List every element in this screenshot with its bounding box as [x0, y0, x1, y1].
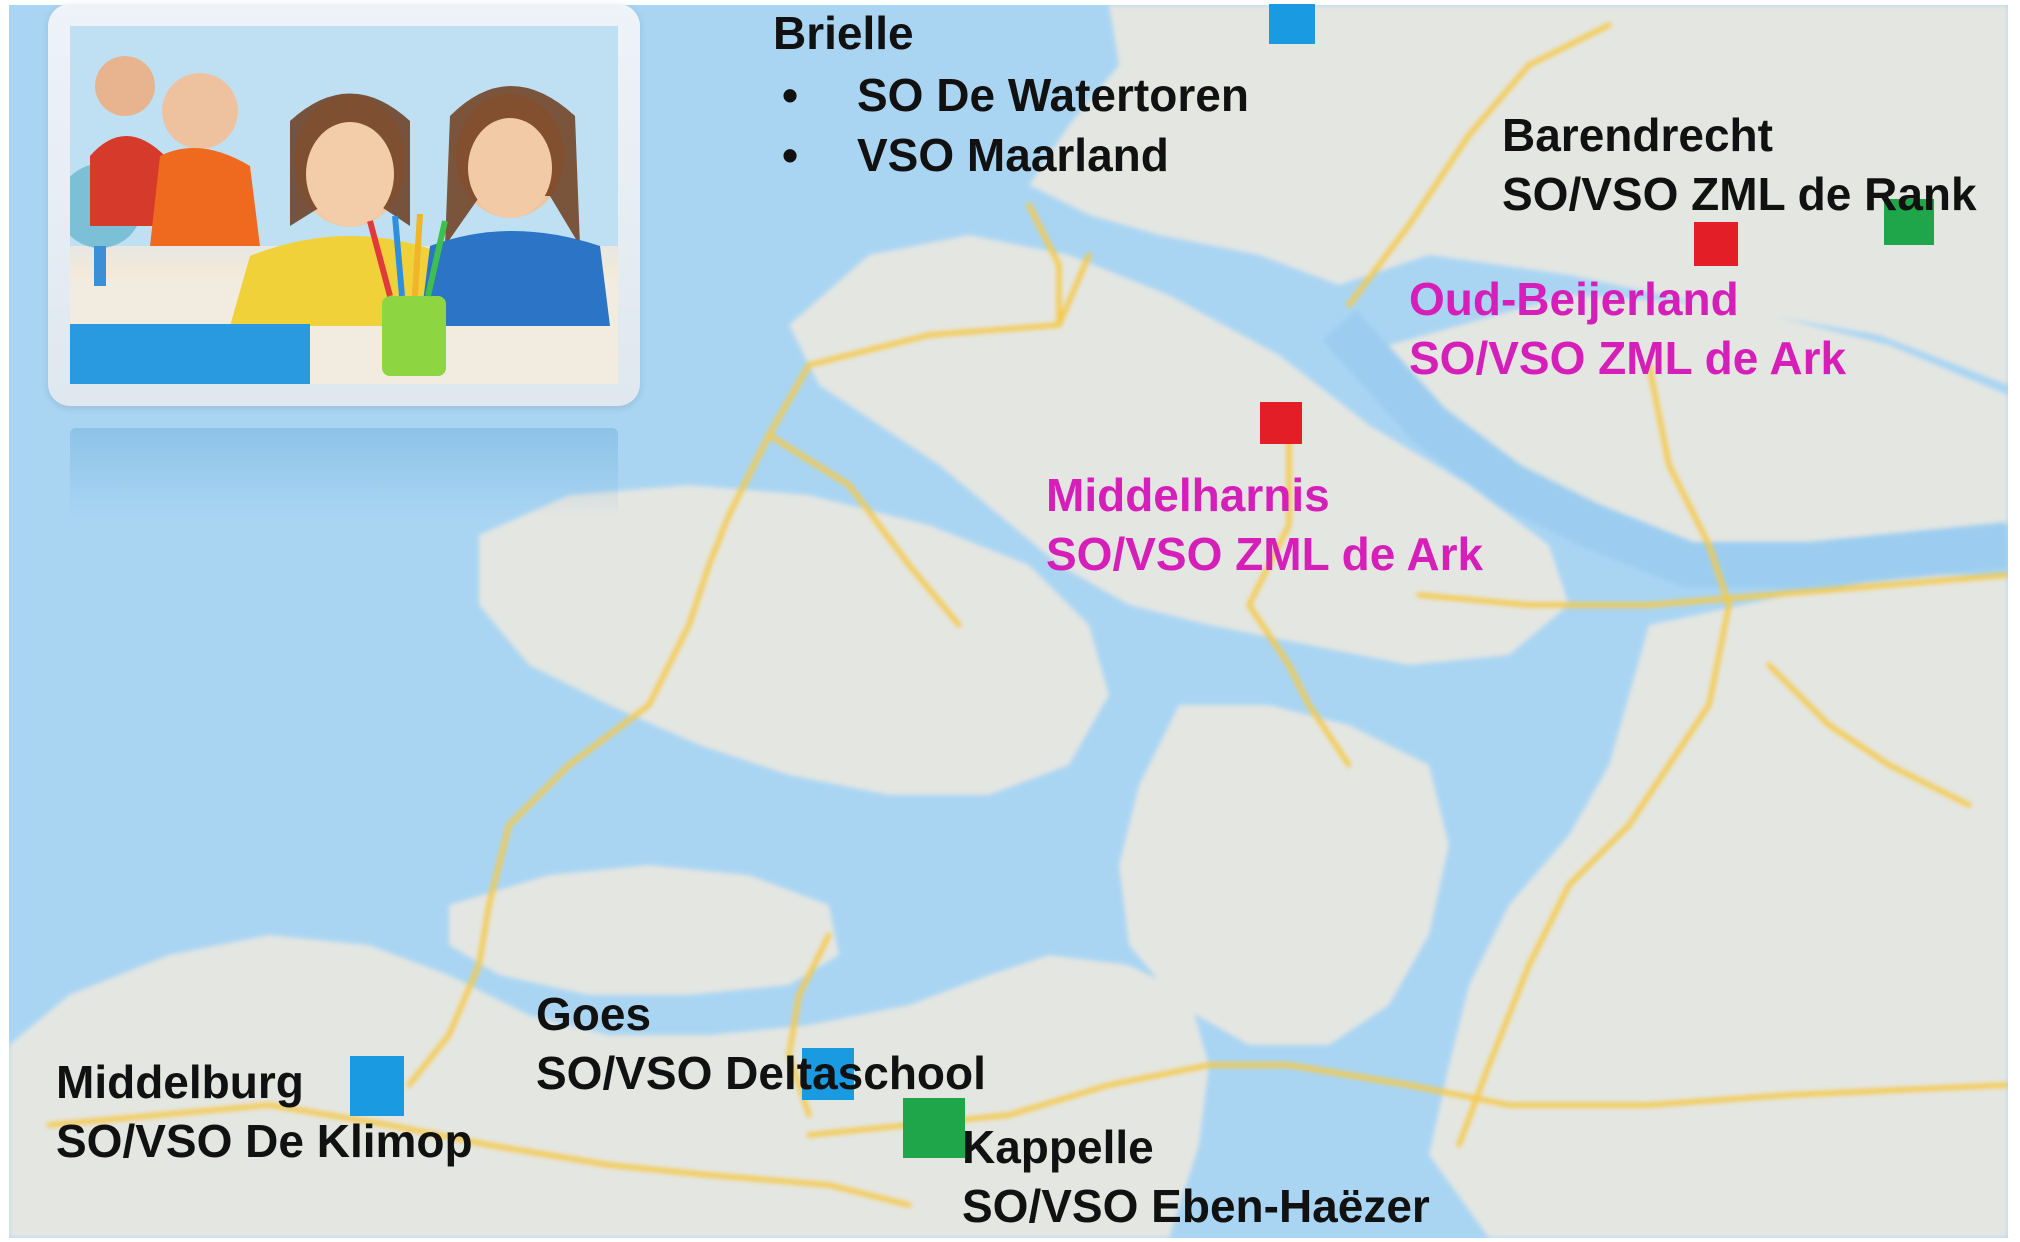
marker-brielle [1269, 4, 1315, 44]
goes-school-text: SO/VSO Deltaschool [536, 1047, 986, 1099]
marker-kappelle [903, 1098, 965, 1158]
label-kappelle: Kappelle SO/VSO Eben-Haëzer [962, 1118, 1430, 1236]
kappelle-city-text: Kappelle [962, 1121, 1154, 1173]
list-item: • SO De Watertoren [775, 65, 1249, 125]
kappelle-school-text: SO/VSO Eben-Haëzer [962, 1180, 1430, 1232]
label-oud-beijerland: Oud-Beijerland SO/VSO ZML de Ark [1409, 270, 1846, 388]
list-item: • VSO Maarland [775, 125, 1249, 185]
label-middelburg: Middelburg SO/VSO De Klimop [56, 1053, 473, 1171]
label-brielle-city: Brielle [773, 4, 914, 63]
goes-city-text: Goes [536, 988, 652, 1040]
classroom-children-photo [70, 26, 618, 384]
marker-middelharnis [1260, 402, 1302, 444]
photo-illustration [70, 26, 618, 384]
slide: Brielle • SO De Watertoren • VSO Maarlan… [0, 0, 2020, 1242]
label-barendrecht: Barendrecht SO/VSO ZML de Rank [1502, 106, 1977, 224]
marker-oud-beijerland [1694, 222, 1738, 266]
brielle-school-list: • SO De Watertoren • VSO Maarland [775, 65, 1249, 185]
middelharnis-city-text: Middelharnis [1046, 469, 1330, 521]
barendrecht-school-text: SO/VSO ZML de Rank [1502, 168, 1977, 220]
middelburg-city-text: Middelburg [56, 1056, 304, 1108]
oud-beijerland-school-text: SO/VSO ZML de Ark [1409, 332, 1847, 384]
barendrecht-city-text: Barendrecht [1502, 109, 1773, 161]
middelharnis-school-text: SO/VSO ZML de Ark [1046, 528, 1484, 580]
photo-card [48, 4, 640, 406]
label-middelharnis: Middelharnis SO/VSO ZML de Ark [1046, 466, 1483, 584]
middelburg-school-text: SO/VSO De Klimop [56, 1115, 473, 1167]
brielle-city-text: Brielle [773, 7, 914, 59]
oud-beijerland-city-text: Oud-Beijerland [1409, 273, 1739, 325]
label-goes: Goes SO/VSO Deltaschool [536, 985, 986, 1103]
bullet-icon: • [781, 69, 799, 121]
school-name: SO De Watertoren [857, 69, 1249, 121]
photo-reflection [70, 428, 618, 518]
bullet-icon: • [781, 129, 799, 181]
school-name: VSO Maarland [857, 129, 1169, 181]
